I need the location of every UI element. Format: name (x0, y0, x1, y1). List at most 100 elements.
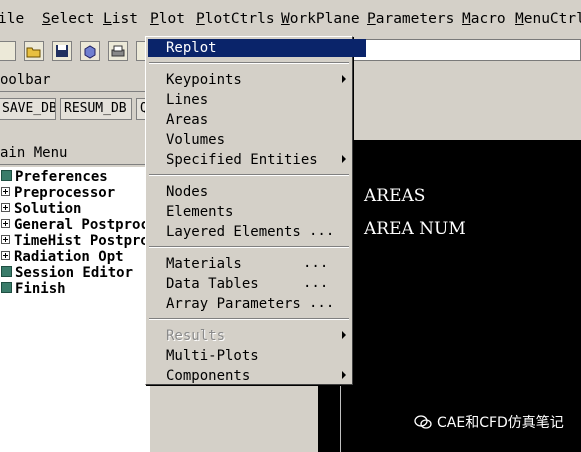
menu-separator (149, 318, 349, 320)
submenu-arrow-icon (342, 155, 346, 163)
tree-item-radiation-opt[interactable]: Radiation Opt (0, 249, 124, 265)
menu-separator (149, 174, 349, 176)
menu-plotctrls-mnemonic: P (196, 11, 205, 27)
ellipsis: ... (303, 275, 329, 291)
new-file-icon[interactable] (0, 41, 16, 61)
menu-item-replot[interactable]: Replot (148, 39, 366, 57)
submenu-arrow-icon (342, 75, 346, 83)
menu-item-multi-plots[interactable]: Multi-Plots (166, 347, 259, 365)
expand-plus-icon[interactable] (1, 235, 10, 244)
expand-plus-icon[interactable] (1, 187, 10, 196)
tree-item-preprocessor[interactable]: Preprocessor (0, 185, 115, 201)
tree-item-label: Solution (14, 201, 82, 217)
plot-menu-dropdown: Replot Keypoints Lines Areas Volumes Spe… (145, 36, 366, 385)
page-icon (1, 266, 12, 277)
menu-separator (149, 62, 349, 64)
tree-item-label: TimeHist Postpro (14, 233, 149, 249)
menu-parameters[interactable]: Parameters (367, 11, 454, 27)
tree-item-session-editor[interactable]: Session Editor (0, 265, 133, 281)
menu-plotctrls-label: lotCtrls (204, 11, 275, 27)
open-folder-glyph (26, 47, 41, 58)
menu-item-layered-elements[interactable]: Layered Elements (166, 223, 301, 241)
tree-item-preferences[interactable]: Preferences (0, 169, 108, 185)
menu-list-mnemonic: L (103, 11, 112, 27)
menu-select[interactable]: Select (42, 11, 94, 27)
tree-item-label: Radiation Opt (14, 249, 124, 265)
menu-item-volumes[interactable]: Volumes (166, 131, 225, 149)
graphics-frame (340, 175, 581, 452)
expand-plus-icon[interactable] (1, 251, 10, 260)
cube-glyph (84, 45, 96, 59)
menu-item-data-tables[interactable]: Data Tables (166, 275, 259, 293)
menu-item-specified-entities[interactable]: Specified Entities (166, 151, 318, 169)
save-db-button[interactable]: SAVE_DB (0, 98, 56, 120)
menu-plot-mnemonic: P (150, 11, 159, 27)
page-icon (1, 170, 12, 181)
watermark-text: CAE和CFD仿真笔记 (437, 415, 564, 431)
print-icon[interactable] (108, 41, 128, 61)
resum-db-button[interactable]: RESUM_DB (60, 98, 132, 120)
tree-item-solution[interactable]: Solution (0, 201, 81, 217)
menu-parameters-label: arameters (375, 11, 455, 27)
tree-item-general-postproc[interactable]: General Postproc (0, 217, 149, 233)
toolbar-title: oolbar (0, 72, 51, 88)
menu-plotctrls[interactable]: PlotCtrls (196, 11, 275, 27)
menu-workplane-label: orkPlane (289, 11, 360, 27)
tree-item-label: Finish (15, 281, 66, 297)
expand-plus-icon[interactable] (1, 203, 10, 212)
menu-macro-mnemonic: M (462, 11, 471, 27)
main-menu-title: ain Menu (0, 145, 68, 161)
toolbar-divider (0, 91, 145, 92)
menu-macro-label: acro (470, 11, 506, 27)
save-glyph (56, 45, 68, 57)
expand-plus-icon[interactable] (1, 219, 10, 228)
submenu-arrow-icon (342, 371, 346, 379)
ellipsis: ... (303, 255, 329, 271)
save-icon[interactable] (52, 41, 72, 61)
menu-separator (149, 246, 349, 248)
open-folder-icon[interactable] (24, 41, 44, 61)
menu-plot-label: lot (158, 11, 185, 27)
wechat-icon (414, 415, 432, 429)
menu-plot[interactable]: Plot (150, 11, 185, 27)
menu-menuctrls[interactable]: MenuCtrl (515, 11, 581, 27)
menu-workplane[interactable]: WorkPlane (281, 11, 360, 27)
menu-select-mnemonic: S (42, 11, 51, 27)
menu-menuctrls-mnemonic: M (515, 11, 524, 27)
tree-item-timehist-postpro[interactable]: TimeHist Postpro (0, 233, 149, 249)
print-glyph (111, 45, 125, 57)
menu-menuctrls-label: enuCtrl (523, 11, 581, 27)
menu-list-label: ist (111, 11, 138, 27)
graphics-title-areas: AREAS (364, 186, 426, 206)
menu-item-lines[interactable]: Lines (166, 91, 208, 109)
tree-item-label: Preferences (15, 169, 108, 185)
menu-workplane-mnemonic: W (281, 11, 290, 27)
menu-parameters-mnemonic: P (367, 11, 376, 27)
tree-item-label: General Postproc (14, 217, 149, 233)
main-menu-divider (0, 164, 145, 165)
submenu-arrow-icon (342, 331, 346, 339)
menu-list[interactable]: List (103, 11, 138, 27)
menu-select-label: elect (50, 11, 95, 27)
menu-item-elements[interactable]: Elements (166, 203, 233, 221)
cube-icon[interactable] (80, 41, 100, 61)
page-icon (1, 282, 12, 293)
menu-item-components[interactable]: Components (166, 367, 250, 385)
tree-item-finish[interactable]: Finish (0, 281, 66, 297)
main-menu-tree: Preferences Preprocessor Solution Genera… (0, 167, 150, 452)
menu-item-array-parameters[interactable]: Array Parameters (166, 295, 301, 313)
menu-item-keypoints[interactable]: Keypoints (166, 71, 242, 89)
graphics-title-area-num: AREA NUM (364, 219, 466, 239)
tree-item-label: Session Editor (15, 265, 134, 281)
ellipsis: ... (309, 295, 335, 311)
menu-macro[interactable]: Macro (462, 11, 506, 27)
menu-file[interactable]: ile (0, 11, 24, 27)
menu-item-nodes[interactable]: Nodes (166, 183, 208, 201)
command-input[interactable] (352, 39, 581, 61)
tree-item-label: Preprocessor (14, 185, 116, 201)
menu-item-areas[interactable]: Areas (166, 111, 208, 129)
menu-item-results: Results (166, 328, 226, 344)
menu-bar: ile Select List Plot PlotCtrls WorkPlane… (0, 0, 581, 38)
ellipsis: ... (309, 223, 335, 239)
menu-item-materials[interactable]: Materials (166, 255, 242, 273)
